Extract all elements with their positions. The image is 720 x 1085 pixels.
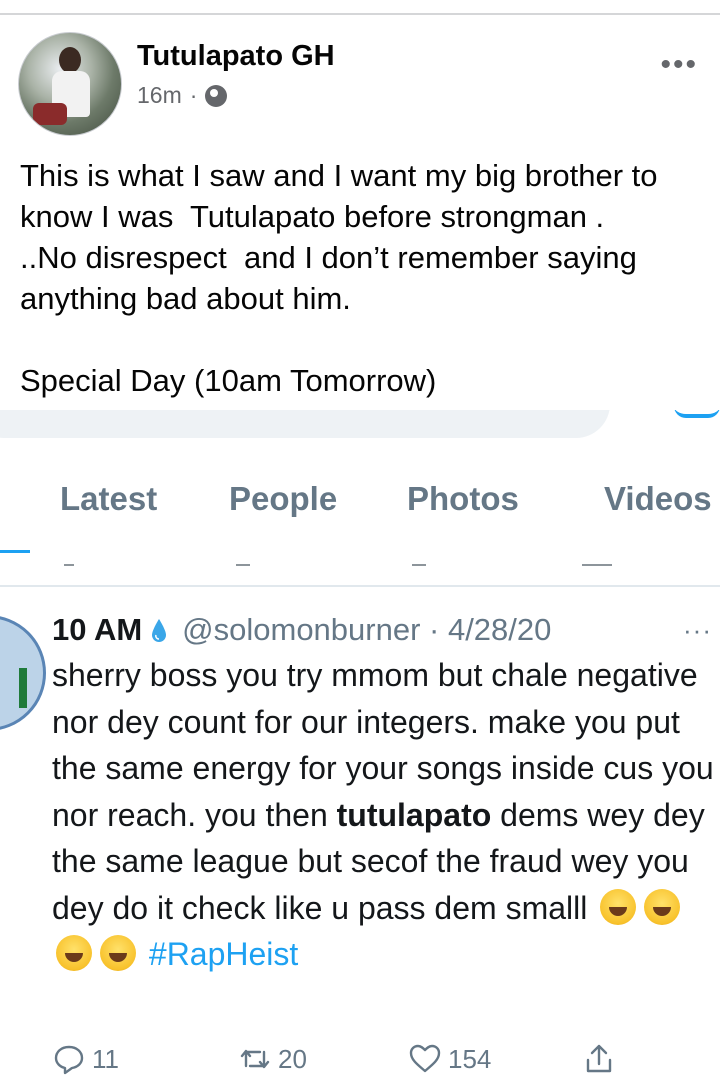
author-avatar[interactable] [18, 32, 122, 136]
cut-icon-fragment [236, 554, 250, 566]
joy-emoji [100, 935, 136, 971]
cut-icon-fragment [582, 554, 612, 566]
post-header: Tutulapato GH 16m · ••• [0, 20, 720, 140]
joy-emoji [644, 888, 681, 925]
tweet-screenshot: tutulapato Latest People Photos Videos 1… [0, 410, 720, 1085]
like-icon [408, 1042, 442, 1076]
tweet-handle-date: @solomonburner · 4/28/20 [182, 612, 552, 647]
like-action: 154 [408, 1042, 491, 1076]
tab-latest: Latest [60, 480, 158, 517]
more-icon[interactable]: ••• [660, 48, 698, 82]
tweet-actions: 11 20 154 [0, 1042, 720, 1078]
share-action [582, 1042, 616, 1076]
search-tabs: Latest People Photos Videos [0, 480, 720, 536]
tabs-divider [0, 585, 720, 587]
tweet-more-icon: ··· [683, 615, 712, 645]
tab-people: People [229, 480, 338, 517]
tab-photos: Photos [407, 480, 519, 517]
retweet-icon [238, 1042, 272, 1076]
post-text: This is what I saw and I want my big bro… [20, 158, 658, 398]
retweet-action: 20 [238, 1042, 307, 1076]
tweet-body: sherry boss you try mmom but chale negat… [52, 652, 720, 978]
joy-emoji [56, 935, 92, 971]
reply-count: 11 [92, 1043, 119, 1074]
hashtag-link: #RapHeist [148, 936, 299, 972]
cut-icon-fragment [412, 554, 426, 566]
top-divider [0, 13, 720, 15]
tweet-display-name: 10 AM [52, 612, 143, 647]
filter-icon [674, 410, 720, 418]
tab-videos: Videos [604, 480, 712, 517]
avatar-object [33, 103, 67, 125]
like-count: 154 [448, 1043, 492, 1074]
cut-icon-fragment [64, 554, 74, 566]
share-icon [582, 1042, 616, 1076]
tweet-highlight: tutulapato [336, 796, 492, 833]
tweet-header: 10 AM @solomonburner · 4/28/20 [52, 608, 551, 652]
joy-emoji [600, 888, 637, 925]
retweet-count: 20 [278, 1043, 307, 1074]
water-drop-icon [150, 618, 168, 642]
post-meta: 16m · [137, 82, 228, 109]
avatar-head [59, 47, 81, 73]
reply-action: 11 [52, 1042, 119, 1076]
globe-icon [205, 84, 228, 107]
search-bar: tutulapato [0, 410, 610, 438]
meta-separator: · [189, 82, 198, 108]
tweet-avatar [0, 615, 46, 731]
active-tab-indicator [0, 550, 30, 553]
reply-icon [52, 1042, 86, 1076]
author-name[interactable]: Tutulapato GH [137, 40, 335, 73]
post-time[interactable]: 16m [137, 82, 182, 109]
